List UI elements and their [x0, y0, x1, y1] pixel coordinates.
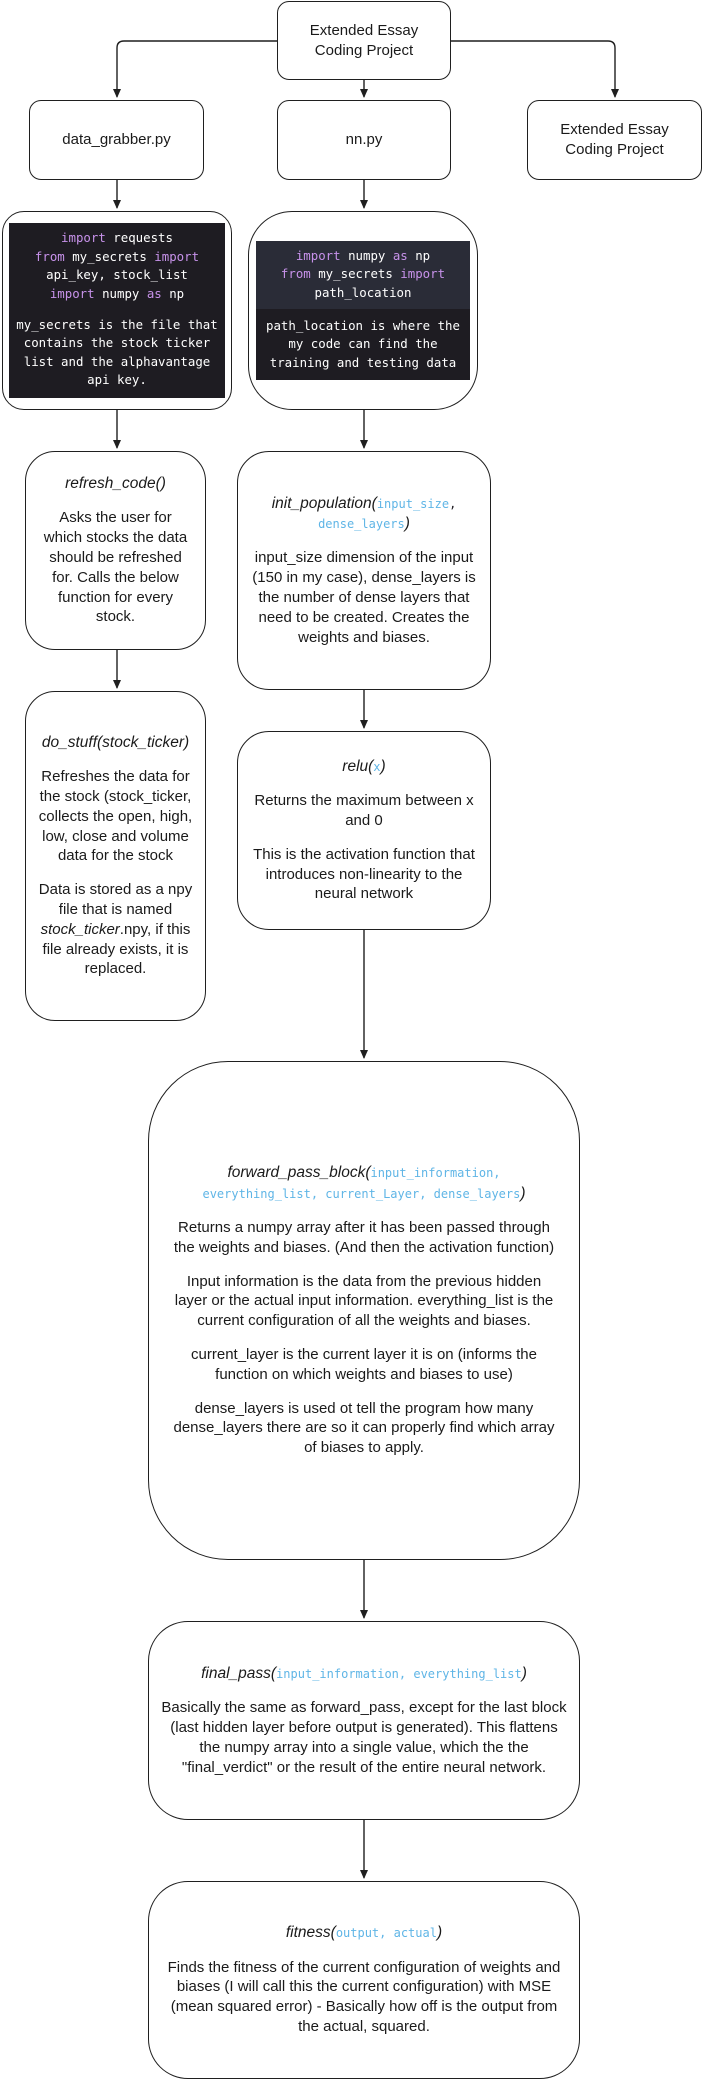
node-do-stuff: do_stuff(stock_ticker) Refreshes the dat…: [25, 691, 206, 1021]
code-block-nn-imports: import numpy as np from my_secrets impor…: [256, 240, 470, 381]
relu-title: relu(x): [342, 757, 386, 775]
code-block-data-imports: import requests from my_secrets import a…: [9, 223, 225, 398]
edge-root-to-data-grabber: [113, 40, 277, 98]
node-data-grabber: data_grabber.py: [29, 100, 204, 180]
node-nn: nn.py: [277, 100, 451, 180]
node-data-grabber-imports: import requests from my_secrets import a…: [2, 211, 232, 410]
init-desc: input_size dimension of the input (150 i…: [252, 549, 476, 646]
root-label-line2: Coding Project: [314, 41, 414, 59]
nn-label: nn.py: [345, 131, 383, 149]
forward-title: forward_pass_block(input_information, ev…: [202, 1164, 526, 1202]
node-final-pass: final_pass(input_information, everything…: [148, 1621, 580, 1820]
node-init-population: init_population(input_size, dense_layers)…: [237, 451, 491, 690]
forward-desc3: current_layer is the current layer it is…: [191, 1345, 537, 1383]
data-grabber-label: data_grabber.py: [62, 131, 171, 149]
forward-desc4: dense_layers is used ot tell the program…: [173, 1399, 555, 1457]
forward-desc1: Returns a numpy array after it has been …: [173, 1218, 555, 1256]
fitness-desc: Finds the fitness of the current configu…: [167, 1958, 561, 2036]
refresh-title: refresh_code(): [65, 474, 166, 492]
fitness-title: fitness(output, actual): [285, 1924, 443, 1942]
relu-desc2: This is the activation function that int…: [253, 845, 475, 903]
final-desc: Basically the same as forward_pass, exce…: [161, 1699, 567, 1776]
flowchart-canvas: Extended Essay Coding Project data_grabb…: [0, 0, 704, 2081]
node-nn-imports: import numpy as np from my_secrets impor…: [248, 211, 478, 410]
do-stuff-desc2: Data is stored as a npy file that is nam…: [38, 881, 193, 978]
forward-desc2: Input information is the data from the p…: [174, 1272, 554, 1330]
relu-desc1: Returns the maximum between x and 0: [254, 792, 474, 830]
do-stuff-desc1: Refreshes the data for the stock (stock_…: [38, 768, 193, 865]
node-root-project: Extended Essay Coding Project: [277, 1, 451, 80]
node-relu: relu(x) Returns the maximum between x an…: [237, 731, 491, 930]
init-title: init_population(input_size, dense_layers): [271, 494, 457, 532]
side-label-line2: Coding Project: [565, 141, 664, 158]
node-refresh-code: refresh_code() Asks the user for which s…: [25, 451, 206, 650]
node-forward-pass-block: forward_pass_block(input_information, ev…: [148, 1061, 580, 1560]
refresh-desc: Asks the user for which stocks the data …: [43, 509, 188, 626]
root-label-line1: Extended Essay: [309, 21, 419, 39]
node-side-project: Extended Essay Coding Project: [527, 100, 702, 180]
side-label-line1: Extended Essay: [560, 121, 669, 139]
do-stuff-title: do_stuff(stock_ticker): [41, 733, 190, 751]
node-fitness: fitness(output, actual) Finds the fitnes…: [148, 1881, 580, 2079]
final-title: final_pass(input_information, everything…: [201, 1664, 527, 1682]
edge-root-to-side: [451, 40, 619, 98]
